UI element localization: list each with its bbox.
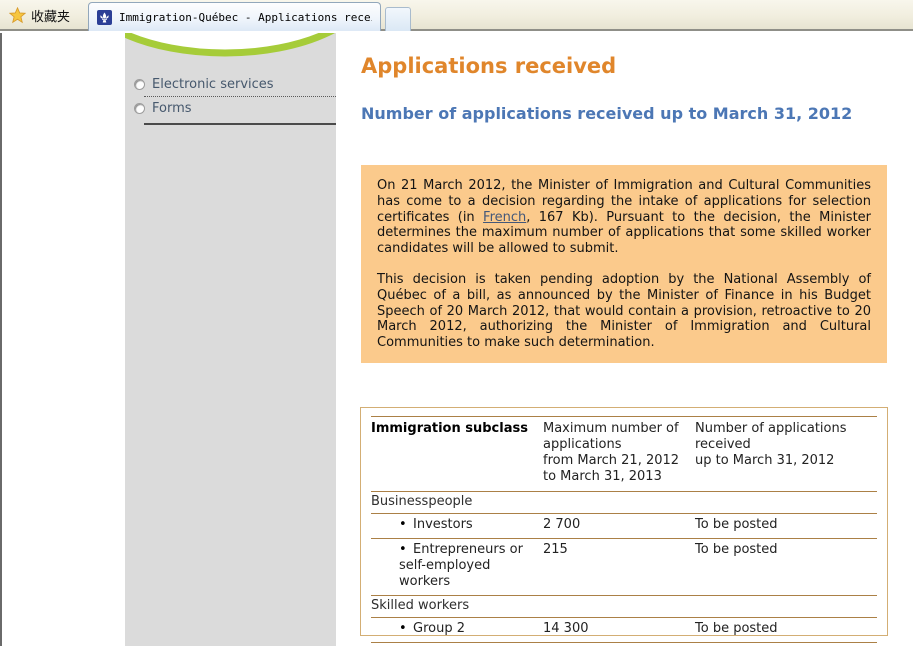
- notice-paragraph-1: On 21 March 2012, the Minister of Immigr…: [377, 178, 871, 257]
- french-pdf-link[interactable]: French: [483, 210, 526, 225]
- row-max-cell: 215: [543, 539, 695, 596]
- page-title: Applications received: [361, 54, 616, 78]
- tab-title: Immigration-Québec - Applications receiv…: [119, 11, 372, 24]
- sidebar-menu: Electronic services Forms: [125, 73, 336, 125]
- browser-tab-bar: 收藏夹 Immigration-Québec - Applications re…: [0, 0, 913, 31]
- star-icon: [9, 7, 26, 24]
- page: Electronic services Forms Applications r…: [0, 33, 913, 646]
- group-label: Businesspeople: [371, 492, 877, 514]
- sidebar: Electronic services Forms: [125, 33, 336, 646]
- row-label: Entrepreneurs or self-employed workers: [399, 542, 523, 589]
- table-row: •Group 2 14 300 To be posted: [371, 618, 877, 643]
- row-label-cell: •Group 2: [371, 618, 543, 643]
- favorites-button[interactable]: 收藏夹: [2, 2, 86, 29]
- sidebar-item-electronic-services[interactable]: Electronic services: [125, 73, 336, 96]
- quebec-fleur-de-lis-icon: [97, 10, 112, 25]
- favorites-label: 收藏夹: [31, 6, 70, 25]
- bullet-icon: •: [399, 517, 413, 533]
- table-header-row: Immigration subclass Maximum number of a…: [371, 417, 877, 492]
- new-tab-button[interactable]: [385, 7, 411, 31]
- row-label: Group 2: [413, 621, 465, 636]
- browser-tab-active[interactable]: Immigration-Québec - Applications receiv…: [88, 2, 381, 31]
- row-received-cell: To be posted: [695, 539, 877, 596]
- table-row: •Investors 2 700 To be posted: [371, 514, 877, 539]
- applications-table-frame: Immigration subclass Maximum number of a…: [360, 407, 888, 636]
- bullet-icon: •: [399, 621, 413, 637]
- radio-button-icon[interactable]: [134, 79, 145, 90]
- row-label-cell: •Investors: [371, 514, 543, 539]
- bullet-icon: •: [399, 542, 413, 558]
- green-arc-decoration: [125, 33, 336, 57]
- header-immigration-subclass: Immigration subclass: [371, 417, 543, 492]
- row-max-cell: 2 700: [543, 514, 695, 539]
- sidebar-item-forms[interactable]: Forms: [125, 97, 336, 120]
- group-label: Skilled workers: [371, 596, 877, 618]
- notice-paragraph-2: This decision is taken pending adoption …: [377, 272, 871, 351]
- table-row-group: Businesspeople: [371, 492, 877, 514]
- row-received-cell: To be posted: [695, 618, 877, 643]
- table-row: •Entrepreneurs or self-employed workers …: [371, 539, 877, 596]
- header-maximum-number: Maximum number of applications from Marc…: [543, 417, 695, 492]
- applications-table: Immigration subclass Maximum number of a…: [371, 416, 877, 643]
- row-max-cell: 14 300: [543, 618, 695, 643]
- section-heading: Number of applications received up to Ma…: [361, 104, 852, 123]
- sidebar-item-label[interactable]: Forms: [152, 101, 192, 116]
- radio-button-icon[interactable]: [134, 103, 145, 114]
- notice-box: On 21 March 2012, the Minister of Immigr…: [361, 165, 887, 363]
- header-number-received: Number of applications received up to Ma…: [695, 417, 877, 492]
- menu-divider-solid: [144, 123, 336, 125]
- row-received-cell: To be posted: [695, 514, 877, 539]
- sidebar-item-label[interactable]: Electronic services: [152, 77, 274, 92]
- row-label: Investors: [413, 517, 473, 532]
- row-label-cell: •Entrepreneurs or self-employed workers: [371, 539, 543, 596]
- table-row-group: Skilled workers: [371, 596, 877, 618]
- screen: 收藏夹 Immigration-Québec - Applications re…: [0, 0, 913, 646]
